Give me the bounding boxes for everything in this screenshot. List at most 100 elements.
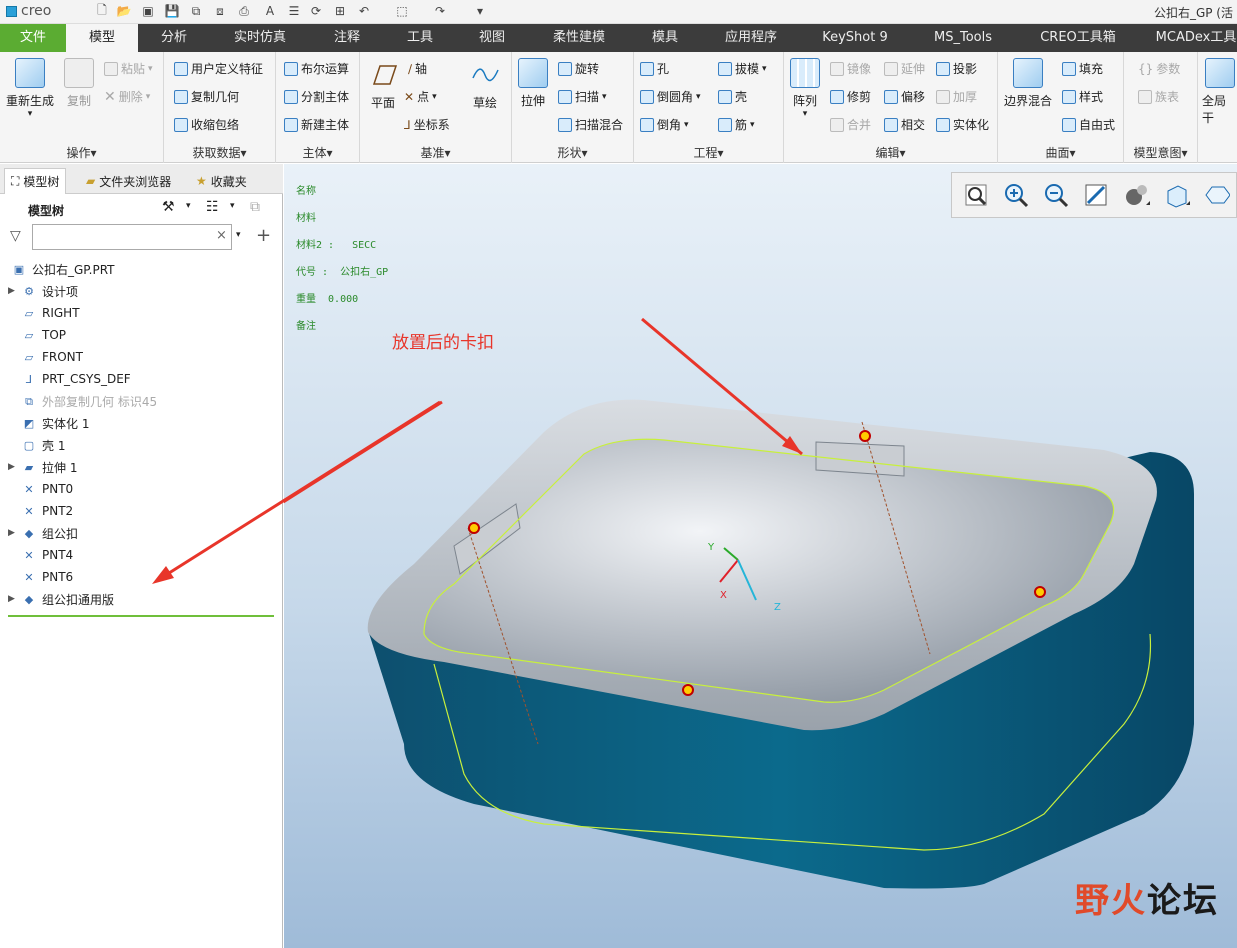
tree-item[interactable]: ▱ FRONT	[8, 346, 83, 368]
rib-dropdown-icon[interactable]: ▾	[750, 120, 755, 130]
insert-here-marker[interactable]	[8, 615, 274, 617]
tab-simulation[interactable]: 实时仿真	[218, 24, 302, 52]
group-label-operations[interactable]: 操作▾	[0, 144, 163, 161]
windows-icon[interactable]: ⊞	[332, 3, 348, 19]
tab-annotate[interactable]: 注释	[316, 24, 378, 52]
trim-button[interactable]: 修剪	[830, 88, 871, 105]
delete-button[interactable]: ✕ 删除 ▾	[104, 88, 150, 105]
tree-item[interactable]: ▱ RIGHT	[8, 302, 80, 324]
tab-flexible-modeling[interactable]: 柔性建模	[536, 24, 622, 52]
solidify-button[interactable]: 实体化	[936, 116, 989, 133]
pattern-button[interactable]: 阵列 ▾	[790, 58, 820, 119]
draft-button[interactable]: 拔模 ▾	[718, 60, 767, 77]
save-backup-icon[interactable]: ⧈	[212, 3, 228, 19]
udf-button[interactable]: 用户定义特征	[174, 60, 263, 77]
tab-applications[interactable]: 应用程序	[708, 24, 794, 52]
paste-dropdown-icon[interactable]: ▾	[148, 64, 153, 74]
undo-icon[interactable]: ↶	[356, 3, 372, 19]
thicken-button[interactable]: 加厚	[936, 88, 977, 105]
tree-item[interactable]: ✕ PNT4	[8, 544, 73, 566]
tab-folder-browser[interactable]: ▰ 文件夹浏览器	[80, 168, 177, 194]
tree-settings-icon[interactable]: ⚒	[162, 199, 175, 215]
expand-arrow-icon[interactable]: ▶	[8, 528, 22, 538]
group-label-surface[interactable]: 曲面▾	[998, 144, 1123, 161]
extend-button[interactable]: 延伸	[884, 60, 925, 77]
project-button[interactable]: 投影	[936, 60, 977, 77]
new-body-button[interactable]: 新建主体	[284, 116, 349, 133]
revolve-button[interactable]: 旋转	[558, 60, 599, 77]
draft-dropdown-icon[interactable]: ▾	[762, 64, 767, 74]
expand-arrow-icon[interactable]: ▶	[8, 286, 22, 296]
tree-item[interactable]: ▢ 壳 1	[8, 434, 66, 456]
sketch-button[interactable]: 草绘	[470, 60, 500, 111]
swept-blend-button[interactable]: 扫描混合	[558, 116, 623, 133]
text-icon[interactable]: A	[262, 3, 278, 19]
tab-keyshot[interactable]: KeyShot 9	[810, 24, 900, 52]
tab-favorites[interactable]: ★ 收藏夹	[190, 168, 253, 194]
group-label-engineering[interactable]: 工程▾	[634, 144, 783, 161]
delete-dropdown-icon[interactable]: ▾	[146, 92, 151, 102]
shell-button[interactable]: 壳	[718, 88, 747, 105]
open-recent-icon[interactable]: ▣	[140, 3, 156, 19]
tree-item[interactable]: ▶ ⚙ 设计项	[8, 280, 78, 302]
tab-mcadex[interactable]: MCADex工具	[1146, 24, 1237, 52]
sweep-dropdown-icon[interactable]: ▾	[602, 92, 607, 102]
copy-geometry-button[interactable]: 复制几何	[174, 88, 239, 105]
tree-filter-disabled-icon[interactable]: ⧉	[250, 199, 260, 215]
regen-quick-icon[interactable]: ⟳	[308, 3, 324, 19]
tree-item[interactable]: ▶ ◆ 组公扣	[8, 522, 78, 544]
fill-button[interactable]: 填充	[1062, 60, 1103, 77]
tree-item[interactable]: ▶ ▰ 拉伸 1	[8, 456, 77, 478]
group-label-body[interactable]: 主体▾	[276, 144, 359, 161]
round-button[interactable]: 倒圆角 ▾	[640, 88, 701, 105]
pattern-dropdown-icon[interactable]: ▾	[803, 109, 808, 119]
hole-button[interactable]: 孔	[640, 60, 669, 77]
family-table-button[interactable]: 族表	[1138, 88, 1179, 105]
point-button[interactable]: ✕ 点 ▾	[404, 88, 437, 105]
tree-item[interactable]: ✕ PNT2	[8, 500, 73, 522]
tree-item[interactable]: ✕ PNT6	[8, 566, 73, 588]
new-file-icon[interactable]: 🗋	[94, 3, 110, 19]
tree-item[interactable]: ▣ 公扣右_GP.PRT	[8, 258, 115, 280]
redo-arrow-icon[interactable]: ↷	[432, 3, 448, 19]
round-dropdown-icon[interactable]: ▾	[696, 92, 701, 102]
tab-creo-toolbox[interactable]: CREO工具箱	[1024, 24, 1132, 52]
add-filter-icon[interactable]: +	[256, 225, 271, 246]
point-dropdown-icon[interactable]: ▾	[432, 92, 437, 102]
chamfer-dropdown-icon[interactable]: ▾	[684, 120, 689, 130]
split-body-button[interactable]: 分割主体	[284, 88, 349, 105]
tree-item[interactable]: ⅃ PRT_CSYS_DEF	[8, 368, 131, 390]
tab-mold[interactable]: 模具	[636, 24, 694, 52]
plane-button[interactable]: 平面	[368, 60, 398, 111]
group-label-get-data[interactable]: 获取数据▾	[164, 144, 275, 161]
param-icon[interactable]: ☰	[286, 3, 302, 19]
tab-file[interactable]: 文件	[0, 24, 66, 52]
tab-analysis[interactable]: 分析	[140, 24, 208, 52]
group-label-datum[interactable]: 基准▾	[360, 144, 511, 161]
paste-button[interactable]: 粘贴 ▾	[104, 60, 153, 77]
group-label-edit[interactable]: 编辑▾	[784, 144, 997, 161]
filter-icon[interactable]: ▽	[10, 228, 21, 244]
search-dropdown-icon[interactable]: ▾	[236, 230, 241, 240]
copy-button[interactable]: 复制	[64, 58, 94, 109]
regenerate-dropdown-icon[interactable]: ▾	[28, 109, 33, 119]
tab-ms-tools[interactable]: MS_Tools	[918, 24, 1008, 52]
tab-tools[interactable]: 工具	[390, 24, 450, 52]
save-icon[interactable]: 💾	[164, 3, 180, 19]
mirror-button[interactable]: 镜像	[830, 60, 871, 77]
sweep-button[interactable]: 扫描 ▾	[558, 88, 607, 105]
shrinkwrap-button[interactable]: 收缩包络	[174, 116, 239, 133]
chamfer-button[interactable]: 倒角 ▾	[640, 116, 689, 133]
print-icon[interactable]: ⎙	[236, 3, 252, 19]
tab-view[interactable]: 视图	[462, 24, 522, 52]
tree-columns-dropdown-icon[interactable]: ▾	[230, 201, 235, 211]
expand-arrow-icon[interactable]: ▶	[8, 594, 22, 604]
boolean-button[interactable]: 布尔运算	[284, 60, 349, 77]
tree-settings-dropdown-icon[interactable]: ▾	[186, 201, 191, 211]
style-button[interactable]: 样式	[1062, 88, 1103, 105]
tab-model-tree[interactable]: ⛶ 模型树	[4, 168, 67, 194]
tree-search-input[interactable]	[32, 224, 232, 250]
tree-item[interactable]: ▱ TOP	[8, 324, 66, 346]
freestyle-button[interactable]: 自由式	[1062, 116, 1115, 133]
merge-button[interactable]: 合并	[830, 116, 871, 133]
